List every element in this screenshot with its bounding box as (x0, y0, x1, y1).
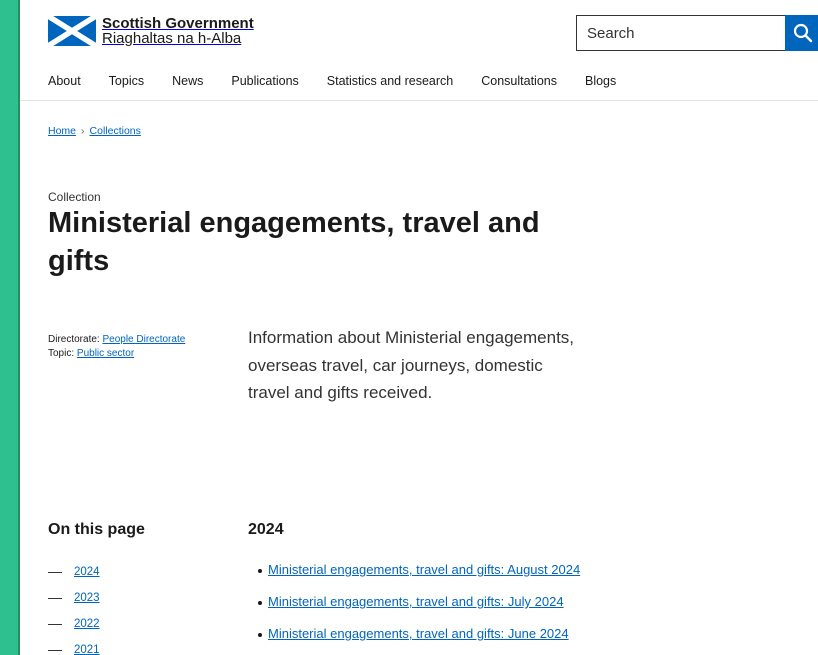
topic-label: Topic: (48, 348, 75, 359)
on-this-page-item: 2022 (48, 611, 100, 637)
on-this-page-heading: On this page (48, 521, 145, 538)
page: Scottish Government Riaghaltas na h-Alba… (18, 0, 818, 655)
logo-english-name: Scottish Government (102, 15, 254, 32)
page-title: Ministerial engagements, travel and gift… (48, 207, 540, 277)
search-icon (793, 23, 813, 43)
nav-consultations[interactable]: Consultations (481, 74, 557, 88)
bullet-marker (258, 569, 262, 573)
document-link[interactable]: Ministerial engagements, travel and gift… (268, 626, 569, 641)
breadcrumb-home[interactable]: Home (48, 125, 76, 137)
nav-news[interactable]: News (172, 74, 203, 88)
document-type-label: Collection (48, 190, 101, 204)
dash-marker (48, 597, 62, 599)
nav-blogs[interactable]: Blogs (585, 74, 616, 88)
on-this-page-link-2023[interactable]: 2023 (74, 592, 100, 604)
dash-marker (48, 623, 62, 625)
dash-marker (48, 571, 62, 573)
directorate-link[interactable]: People Directorate (102, 334, 185, 345)
bullet-marker (258, 601, 262, 605)
document-list: Ministerial engagements, travel and gift… (258, 562, 580, 655)
section-heading-2024: 2024 (248, 521, 284, 538)
breadcrumb-separator: › (81, 125, 85, 137)
main-navigation: About Topics News Publications Statistic… (20, 62, 818, 101)
directorate-label: Directorate: (48, 334, 100, 345)
topic-row: Topic: Public sector (48, 347, 185, 361)
search-input[interactable] (576, 15, 785, 51)
on-this-page-link-2024[interactable]: 2024 (74, 566, 100, 578)
dash-marker (48, 649, 62, 651)
logo-gaelic-name: Riaghaltas na h-Alba (102, 30, 242, 47)
site-search (576, 15, 818, 51)
page-metadata: Directorate: People Directorate Topic: P… (48, 333, 185, 361)
breadcrumb-collections[interactable]: Collections (90, 125, 141, 137)
on-this-page-item: 2023 (48, 585, 100, 611)
document-link[interactable]: Ministerial engagements, travel and gift… (268, 594, 564, 609)
directorate-row: Directorate: People Directorate (48, 333, 185, 347)
bullet-marker (258, 633, 262, 637)
nav-topics[interactable]: Topics (109, 74, 144, 88)
breadcrumb: Home › Collections (48, 125, 141, 137)
on-this-page-link-2022[interactable]: 2022 (74, 618, 100, 630)
on-this-page-item: 2021 (48, 637, 100, 655)
site-logo-link[interactable]: Scottish Government Riaghaltas na h-Alba (48, 16, 254, 46)
document-list-item: Ministerial engagements, travel and gift… (258, 562, 580, 594)
on-this-page-link-2021[interactable]: 2021 (74, 644, 100, 655)
nav-statistics-and-research[interactable]: Statistics and research (327, 74, 453, 88)
nav-publications[interactable]: Publications (231, 74, 298, 88)
saltire-flag-icon (48, 16, 96, 46)
on-this-page-item: 2024 (48, 559, 100, 585)
nav-about[interactable]: About (48, 74, 81, 88)
document-list-item: Ministerial engagements, travel and gift… (258, 594, 580, 626)
on-this-page-list: 2024 2023 2022 2021 (48, 559, 100, 655)
site-header: Scottish Government Riaghaltas na h-Alba (20, 0, 818, 62)
document-link[interactable]: Ministerial engagements, travel and gift… (268, 562, 580, 577)
logo-wordmark: Scottish Government Riaghaltas na h-Alba (102, 16, 254, 46)
topic-link[interactable]: Public sector (77, 348, 134, 359)
page-summary: Information about Ministerial engagement… (248, 328, 575, 402)
document-list-item: Ministerial engagements, travel and gift… (258, 626, 580, 655)
search-button[interactable] (785, 15, 818, 51)
